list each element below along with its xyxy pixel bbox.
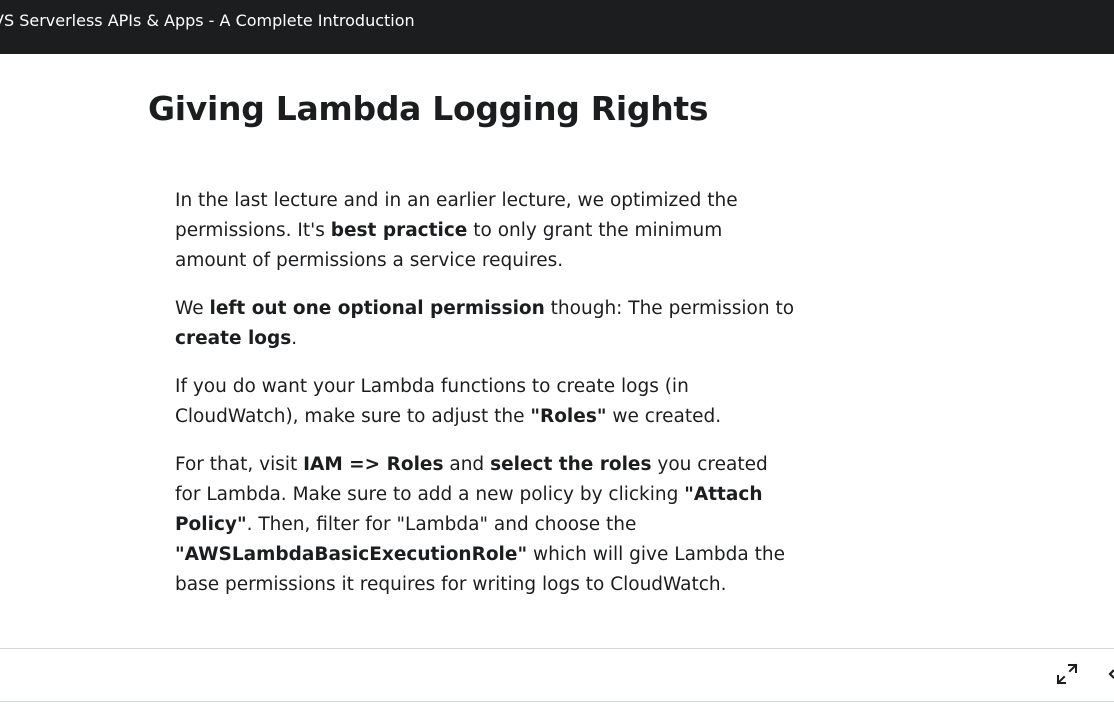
body-text: . bbox=[291, 328, 298, 349]
course-title[interactable]: VS Serverless APIs & Apps - A Complete I… bbox=[0, 11, 415, 30]
body-text: and bbox=[443, 454, 491, 475]
body-text: though: The permission to bbox=[544, 298, 795, 319]
body-text: . Then, filter for "Lambda" and choose t… bbox=[246, 514, 637, 535]
body-text: we created. bbox=[606, 406, 722, 427]
fullscreen-button[interactable] bbox=[1052, 659, 1082, 689]
sidebar-toggle-button[interactable] bbox=[1100, 659, 1114, 689]
emphasis-text: best practice bbox=[330, 220, 468, 241]
body-text: We bbox=[175, 298, 210, 319]
emphasis-text: "Roles" bbox=[530, 406, 607, 427]
article-paragraph: In the last lecture and in an earlier le… bbox=[175, 186, 797, 276]
emphasis-text: left out one optional permission bbox=[209, 298, 545, 319]
emphasis-text: "AWSLambdaBasicExecutionRole" bbox=[175, 544, 528, 565]
article-paragraph: If you do want your Lambda functions to … bbox=[175, 372, 797, 432]
chevron-left-icon bbox=[1108, 669, 1114, 679]
emphasis-text: IAM => Roles bbox=[303, 454, 444, 475]
course-header: VS Serverless APIs & Apps - A Complete I… bbox=[0, 0, 1114, 54]
lecture-title: Giving Lambda Logging Rights bbox=[148, 89, 709, 128]
expand-icon bbox=[1056, 663, 1078, 685]
emphasis-text: select the roles bbox=[490, 454, 652, 475]
lecture-article: In the last lecture and in an earlier le… bbox=[175, 186, 797, 618]
lecture-toolbar bbox=[0, 648, 1114, 702]
article-paragraph: For that, visit IAM => Roles and select … bbox=[175, 450, 797, 600]
body-text: For that, visit bbox=[175, 454, 304, 475]
article-paragraph: We left out one optional permission thou… bbox=[175, 294, 797, 354]
emphasis-text: create logs bbox=[175, 328, 292, 349]
